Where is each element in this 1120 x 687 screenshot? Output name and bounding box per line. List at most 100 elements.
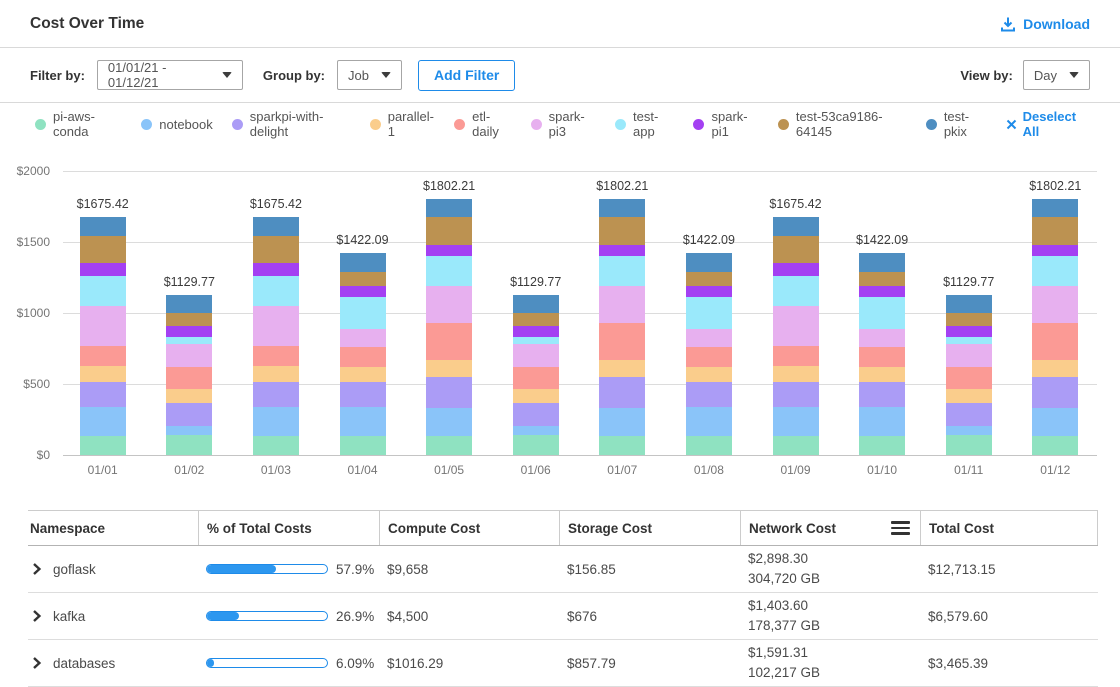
bar-segment-etl-daily[interactable] xyxy=(513,367,559,388)
column-header-storage-cost[interactable]: Storage Cost xyxy=(559,511,740,545)
bar-segment-test-53ca9186-64145[interactable] xyxy=(599,217,645,245)
column-header-total-cost[interactable]: Total Cost xyxy=(920,511,1098,545)
bar-segment-spark-pi3[interactable] xyxy=(340,329,386,347)
bar-segment-spark-pi1[interactable] xyxy=(80,263,126,276)
bar-segment-test-pkix[interactable] xyxy=(513,295,559,313)
bar-segment-parallel-1[interactable] xyxy=(599,360,645,377)
bar-segment-spark-pi1[interactable] xyxy=(946,326,992,337)
bar-segment-test-53ca9186-64145[interactable] xyxy=(426,217,472,245)
bar-segment-spark-pi3[interactable] xyxy=(253,306,299,346)
bar-segment-pi-aws-conda[interactable] xyxy=(340,436,386,455)
bar-segment-parallel-1[interactable] xyxy=(80,366,126,381)
bar-segment-test-53ca9186-64145[interactable] xyxy=(686,272,732,286)
bar-segment-sparkpi-with-delight[interactable] xyxy=(80,382,126,407)
stacked-bar-01-11[interactable]: $1129.77 xyxy=(946,295,992,455)
legend-item[interactable]: etl-daily xyxy=(454,109,511,139)
bar-segment-etl-daily[interactable] xyxy=(1032,323,1078,360)
bar-segment-notebook[interactable] xyxy=(80,407,126,436)
column-header-namespace[interactable]: Namespace xyxy=(28,511,198,545)
bar-segment-notebook[interactable] xyxy=(340,407,386,436)
bar-segment-spark-pi3[interactable] xyxy=(599,286,645,323)
bar-segment-pi-aws-conda[interactable] xyxy=(166,435,212,455)
bar-segment-sparkpi-with-delight[interactable] xyxy=(426,377,472,408)
bar-segment-sparkpi-with-delight[interactable] xyxy=(340,382,386,407)
bar-segment-pi-aws-conda[interactable] xyxy=(599,436,645,455)
legend-item[interactable]: notebook xyxy=(141,117,213,132)
bar-segment-parallel-1[interactable] xyxy=(859,367,905,382)
bar-segment-sparkpi-with-delight[interactable] xyxy=(166,403,212,426)
legend-item[interactable]: test-app xyxy=(615,109,674,139)
bar-segment-test-53ca9186-64145[interactable] xyxy=(166,313,212,326)
column-header-pct-total-costs[interactable]: % of Total Costs xyxy=(198,511,379,545)
bar-segment-spark-pi3[interactable] xyxy=(946,344,992,367)
stacked-bar-01-03[interactable]: $1675.42 xyxy=(253,217,299,455)
bar-segment-notebook[interactable] xyxy=(1032,408,1078,436)
bar-segment-test-pkix[interactable] xyxy=(166,295,212,313)
bar-segment-notebook[interactable] xyxy=(599,408,645,436)
namespace-cell[interactable]: databases xyxy=(28,656,198,671)
bar-segment-test-app[interactable] xyxy=(166,337,212,344)
bar-segment-test-pkix[interactable] xyxy=(80,217,126,236)
download-button[interactable]: Download xyxy=(1000,16,1090,32)
bar-segment-spark-pi1[interactable] xyxy=(340,286,386,297)
column-header-compute-cost[interactable]: Compute Cost xyxy=(379,511,559,545)
bar-segment-spark-pi1[interactable] xyxy=(686,286,732,297)
bar-segment-test-pkix[interactable] xyxy=(686,253,732,272)
bar-segment-pi-aws-conda[interactable] xyxy=(773,436,819,455)
bar-segment-test-53ca9186-64145[interactable] xyxy=(859,272,905,286)
bar-segment-etl-daily[interactable] xyxy=(166,367,212,388)
deselect-all-button[interactable]: Deselect All xyxy=(1006,109,1090,139)
bar-segment-pi-aws-conda[interactable] xyxy=(1032,436,1078,455)
stacked-bar-01-04[interactable]: $1422.09 xyxy=(340,253,386,455)
legend-item[interactable]: test-53ca9186-64145 xyxy=(778,109,907,139)
chevron-right-icon[interactable] xyxy=(32,610,42,622)
bar-segment-test-app[interactable] xyxy=(946,337,992,344)
bar-segment-etl-daily[interactable] xyxy=(253,346,299,366)
bar-segment-test-53ca9186-64145[interactable] xyxy=(773,236,819,263)
bar-segment-notebook[interactable] xyxy=(253,407,299,436)
bar-segment-parallel-1[interactable] xyxy=(426,360,472,377)
bar-segment-etl-daily[interactable] xyxy=(686,347,732,367)
legend-item[interactable]: pi-aws-conda xyxy=(35,109,122,139)
bar-segment-sparkpi-with-delight[interactable] xyxy=(686,382,732,407)
stacked-bar-01-05[interactable]: $1802.21 xyxy=(426,199,472,455)
bar-segment-spark-pi1[interactable] xyxy=(773,263,819,276)
column-header-network-cost[interactable]: Network Cost xyxy=(740,511,920,545)
bar-segment-spark-pi1[interactable] xyxy=(599,245,645,256)
bar-segment-pi-aws-conda[interactable] xyxy=(946,435,992,455)
bar-segment-spark-pi3[interactable] xyxy=(80,306,126,346)
bar-segment-notebook[interactable] xyxy=(426,408,472,436)
bar-segment-test-app[interactable] xyxy=(686,297,732,329)
bar-segment-test-app[interactable] xyxy=(599,256,645,286)
bar-segment-parallel-1[interactable] xyxy=(340,367,386,382)
bar-segment-etl-daily[interactable] xyxy=(80,346,126,366)
bar-segment-test-app[interactable] xyxy=(80,276,126,307)
legend-item[interactable]: test-pkix xyxy=(926,109,987,139)
stacked-bar-01-09[interactable]: $1675.42 xyxy=(773,217,819,455)
bar-segment-spark-pi1[interactable] xyxy=(166,326,212,337)
stacked-bar-01-08[interactable]: $1422.09 xyxy=(686,253,732,455)
bar-segment-pi-aws-conda[interactable] xyxy=(859,436,905,455)
bar-segment-spark-pi1[interactable] xyxy=(859,286,905,297)
bar-segment-parallel-1[interactable] xyxy=(166,389,212,403)
stacked-bar-01-07[interactable]: $1802.21 xyxy=(599,199,645,455)
bar-segment-notebook[interactable] xyxy=(513,426,559,434)
chevron-right-icon[interactable] xyxy=(32,657,42,669)
bar-segment-spark-pi3[interactable] xyxy=(426,286,472,323)
bar-segment-notebook[interactable] xyxy=(686,407,732,436)
bar-segment-test-app[interactable] xyxy=(340,297,386,329)
stacked-bar-01-06[interactable]: $1129.77 xyxy=(513,295,559,455)
bar-segment-etl-daily[interactable] xyxy=(773,346,819,366)
bar-segment-spark-pi3[interactable] xyxy=(513,344,559,367)
legend-item[interactable]: parallel-1 xyxy=(370,109,435,139)
bar-segment-spark-pi1[interactable] xyxy=(513,326,559,337)
bar-segment-spark-pi1[interactable] xyxy=(253,263,299,276)
bar-segment-test-app[interactable] xyxy=(773,276,819,307)
bar-segment-notebook[interactable] xyxy=(946,426,992,434)
bar-segment-spark-pi1[interactable] xyxy=(426,245,472,256)
bar-segment-test-app[interactable] xyxy=(859,297,905,329)
bar-segment-test-pkix[interactable] xyxy=(1032,199,1078,217)
group-by-dropdown[interactable]: Job xyxy=(337,60,402,90)
bar-segment-test-pkix[interactable] xyxy=(946,295,992,313)
table-row[interactable]: goflask 57.9% $9,658 $156.85 $2,898.30 3… xyxy=(28,546,1098,593)
